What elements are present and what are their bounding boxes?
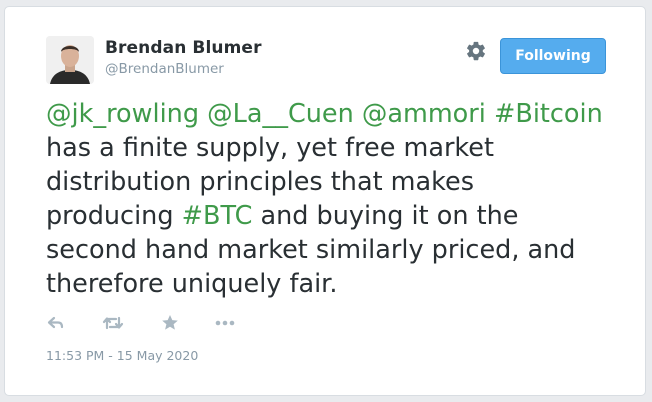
tweet-text-segment [354, 99, 362, 129]
mention-link[interactable]: @jk_rowling [46, 99, 199, 129]
gear-icon[interactable] [465, 40, 487, 62]
following-button[interactable]: Following [500, 38, 606, 74]
reply-icon[interactable] [46, 313, 68, 335]
mention-link[interactable]: @La__Cuen [207, 99, 354, 129]
tweet-text-segment [486, 99, 494, 129]
author-name[interactable]: Brendan Blumer [105, 38, 262, 58]
more-icon[interactable] [214, 313, 236, 335]
like-icon[interactable] [160, 313, 182, 335]
hashtag-link[interactable]: #BTC [182, 201, 253, 231]
retweet-icon[interactable] [102, 313, 124, 335]
author-handle[interactable]: @BrendanBlumer [105, 61, 224, 77]
tweet-card: Brendan Blumer @BrendanBlumer Following … [4, 6, 646, 396]
tweet-text: @jk_rowling @La__Cuen @ammori #Bitcoin h… [46, 97, 606, 301]
mention-link[interactable]: @ammori [362, 99, 486, 129]
hashtag-link[interactable]: #Bitcoin [494, 99, 603, 129]
tweet-actions [46, 313, 266, 335]
tweet-text-segment [199, 99, 207, 129]
tweet-timestamp[interactable]: 11:53 PM - 15 May 2020 [46, 348, 198, 363]
avatar[interactable] [46, 36, 94, 84]
